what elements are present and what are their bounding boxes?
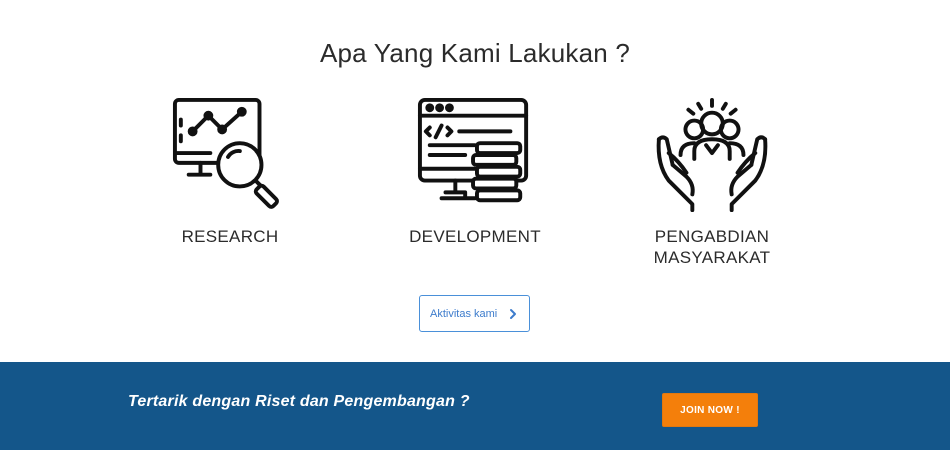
service-label: DEVELOPMENT [409, 227, 541, 246]
service-label: PENGABDIAN MASYARAKAT [653, 227, 771, 267]
section-title: Apa Yang Kami Lakukan ? [319, 38, 631, 68]
cta-message: Tertarik dengan Riset dan Pengembangan ? [128, 393, 470, 410]
development-computer-icon [417, 97, 529, 203]
activities-button[interactable]: Aktivitas kami [419, 295, 530, 332]
chevron-right-icon [510, 309, 516, 319]
what-we-do-section: Apa Yang Kami Lakukan ? RESEARCH DEVELOP… [0, 0, 950, 362]
service-development: DEVELOPMENT [375, 96, 575, 247]
service-label: RESEARCH [181, 227, 279, 246]
activities-button-label: Aktivitas kami [430, 307, 498, 320]
service-research: RESEARCH [130, 96, 330, 247]
research-analytics-icon [172, 97, 279, 209]
cta-banner: Tertarik dengan Riset dan Pengembangan ?… [0, 362, 950, 450]
service-community: PENGABDIAN MASYARAKAT [612, 96, 812, 268]
join-now-button[interactable]: JOIN NOW ! [662, 393, 758, 427]
community-hands-icon [656, 97, 768, 213]
